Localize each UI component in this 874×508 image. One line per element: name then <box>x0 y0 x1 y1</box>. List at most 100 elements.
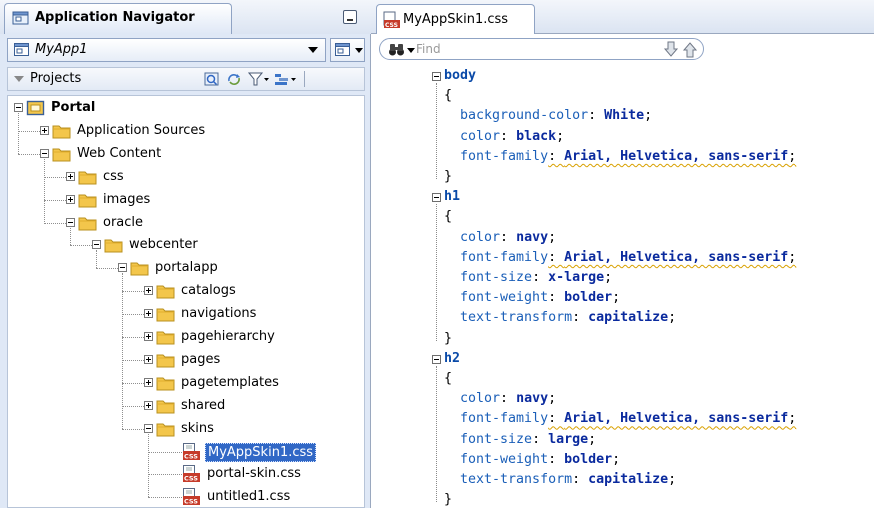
tree-file-item[interactable]: CSS portal-skin.css <box>8 464 364 486</box>
application-navigator-icon <box>12 10 30 30</box>
chevron-down-icon[interactable] <box>407 48 415 53</box>
binoculars-icon[interactable] <box>388 42 406 61</box>
collapse-projects-icon[interactable] <box>14 76 24 82</box>
application-menu-icon <box>335 43 351 61</box>
expand-icon[interactable] <box>144 332 153 341</box>
expand-icon[interactable] <box>144 400 153 410</box>
code-punctuation: : <box>500 128 517 144</box>
collapse-icon[interactable] <box>92 240 101 250</box>
code-punctuation: ; <box>788 249 797 265</box>
refresh-icon[interactable] <box>204 72 220 91</box>
tree-folder-item[interactable]: pagetemplates <box>8 373 364 395</box>
expand-icon[interactable] <box>66 171 75 181</box>
collapse-icon[interactable] <box>66 217 75 227</box>
folder-icon <box>104 236 124 258</box>
expand-icon[interactable] <box>144 354 153 364</box>
tree-folder-item[interactable]: Web Content <box>8 144 364 166</box>
tree-folder-item[interactable]: images <box>8 190 364 212</box>
code-punctuation: : <box>532 431 549 447</box>
tree-folder-item[interactable]: oracle <box>8 213 364 235</box>
code-punctuation: : <box>588 108 605 124</box>
expand-icon[interactable] <box>144 377 153 387</box>
code-text: h1 <box>444 189 460 204</box>
find-previous-icon[interactable] <box>682 41 698 62</box>
collapse-icon[interactable] <box>14 103 23 112</box>
css-selector: body <box>444 68 477 83</box>
code-text: h2 <box>444 351 460 366</box>
fold-collapse-icon[interactable] <box>432 354 441 364</box>
tree-item-label: untitled1.css <box>207 489 291 505</box>
css-selector: h1 <box>444 189 461 205</box>
expand-icon[interactable] <box>144 286 153 296</box>
navigator-title: Application Navigator <box>35 10 195 25</box>
folder-icon <box>52 122 72 144</box>
code-punctuation: { <box>444 88 453 104</box>
fold-collapse-icon[interactable] <box>432 72 441 81</box>
expand-icon[interactable] <box>66 194 75 204</box>
tree-folder-item[interactable]: Application Sources <box>8 121 364 143</box>
tree-folder-item[interactable]: portalapp <box>8 258 364 280</box>
css-property: color <box>444 391 501 407</box>
collapse-icon[interactable] <box>144 423 153 433</box>
tree-file-item[interactable]: CSS MyAppSkin1.css <box>8 442 364 464</box>
tree-folder-item[interactable]: webcenter <box>8 235 364 257</box>
expand-icon[interactable] <box>40 125 49 135</box>
code-punctuation: { <box>444 371 453 386</box>
css-property: font-weight <box>444 451 549 467</box>
tree-file-item[interactable]: CSS untitled1.css <box>8 487 364 507</box>
folder-icon <box>52 145 72 167</box>
tree-item-label: portalapp <box>155 260 218 276</box>
tree-item-label: pages <box>181 351 221 367</box>
tree-item-label: pagehierarchy <box>181 329 275 344</box>
code-punctuation: } <box>444 330 453 346</box>
folder-icon <box>78 191 98 213</box>
tree-folder-item[interactable]: css <box>8 167 364 189</box>
collapse-icon[interactable] <box>118 263 127 273</box>
code-punctuation: ; <box>788 411 797 427</box>
editor-tab-myappskin1[interactable]: CSS MyAppSkin1.css <box>376 4 535 34</box>
svg-text:CSS: CSS <box>184 452 198 460</box>
folder-icon <box>156 420 176 442</box>
find-next-icon[interactable] <box>663 41 679 62</box>
folder-icon <box>78 168 98 190</box>
code-punctuation: : <box>548 249 565 265</box>
application-icon <box>14 43 30 61</box>
folder-icon <box>156 282 176 304</box>
tree-folder-item[interactable]: shared <box>8 396 364 418</box>
minimize-panel-button[interactable] <box>343 10 357 24</box>
tree-folder-item[interactable]: catalogs <box>8 281 364 303</box>
css-value: navy <box>516 391 549 407</box>
code-text: font-family: Arial, Helvetica, sans-seri… <box>444 250 796 265</box>
tree-item-label: oracle <box>103 214 144 230</box>
css-value: x-large <box>548 270 605 285</box>
project-icon <box>26 99 46 121</box>
tree-folder-item[interactable]: navigations <box>8 304 364 326</box>
tree-folder-item[interactable]: pages <box>8 350 364 372</box>
tree-item-label: MyAppSkin1.css <box>205 442 317 462</box>
tree-folder-item[interactable]: pagehierarchy <box>8 327 364 349</box>
folder-icon <box>156 374 176 396</box>
collapse-icon[interactable] <box>40 148 49 158</box>
code-editor[interactable]: body { background-color: White; color: bl… <box>371 64 874 508</box>
css-property: font-size <box>444 431 533 447</box>
css-value: White <box>604 108 645 124</box>
code-punctuation: { <box>444 209 453 225</box>
chevron-down-icon <box>308 47 318 53</box>
code-text: background-color: White; <box>444 108 652 123</box>
expand-icon[interactable] <box>144 309 153 319</box>
code-punctuation: ; <box>612 451 621 467</box>
filter-icon[interactable] <box>247 72 270 91</box>
application-selector[interactable]: MyApp1 <box>7 38 326 62</box>
fold-collapse-icon[interactable] <box>432 193 441 203</box>
css-property: font-size <box>444 270 533 285</box>
tree-item-label: skins <box>181 420 214 436</box>
tree-folder-item[interactable]: skins <box>8 419 364 441</box>
sync-icon[interactable] <box>226 72 242 91</box>
tree-folder-item[interactable]: Portal <box>8 98 364 120</box>
css-value: bolder <box>564 290 613 306</box>
folder-icon <box>78 214 98 236</box>
find-input[interactable] <box>416 41 616 57</box>
navigator-tab[interactable]: Application Navigator <box>4 3 232 34</box>
application-menu-button[interactable] <box>330 38 365 62</box>
options-icon[interactable] <box>274 72 298 91</box>
